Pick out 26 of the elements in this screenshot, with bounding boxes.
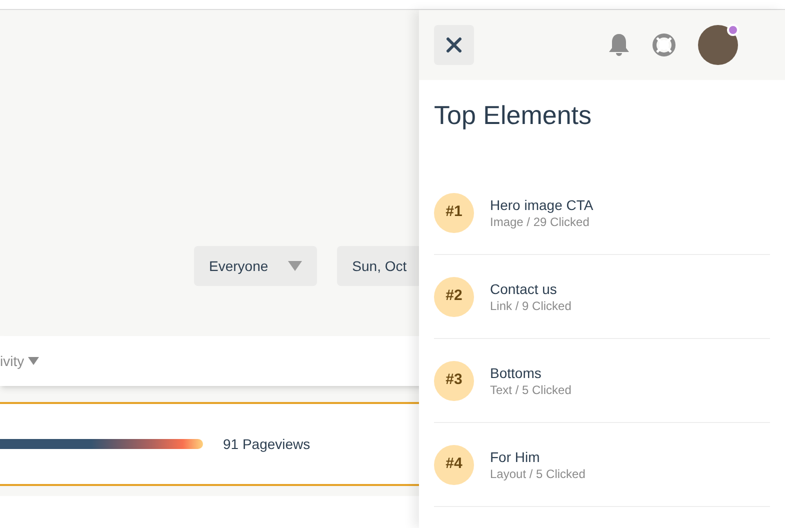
rank-badge: #4 xyxy=(434,444,474,484)
rank-badge: #3 xyxy=(434,360,474,400)
element-row[interactable]: #2 Contact us Link / 9 Clicked xyxy=(434,255,770,339)
element-detail: Layout / 5 Clicked xyxy=(490,466,586,482)
element-name: Bottoms xyxy=(490,364,542,382)
element-row[interactable]: #1 Hero image CTA Image / 29 Clicked xyxy=(434,171,770,255)
bell-icon[interactable] xyxy=(608,33,630,57)
element-name: Contact us xyxy=(490,280,558,298)
element-row[interactable]: #4 For Him Layout / 5 Clicked xyxy=(434,423,770,507)
close-button[interactable] xyxy=(434,25,474,65)
filter-dropdown[interactable]: Everyone xyxy=(194,246,318,286)
element-name: For Him xyxy=(490,448,541,466)
caret-icon xyxy=(28,357,40,365)
element-detail: Link / 9 Clicked xyxy=(490,298,572,314)
rank-badge: #1 xyxy=(434,192,474,232)
help-lifebuoy-icon[interactable] xyxy=(652,33,676,57)
pageview-count: 91 Pageviews xyxy=(223,434,310,454)
element-row[interactable]: #3 Bottoms Text / 5 Clicked xyxy=(434,339,770,423)
close-icon xyxy=(446,37,462,53)
element-detail: Text / 5 Clicked xyxy=(490,382,572,398)
element-name: Hero image CTA xyxy=(490,196,594,214)
filter-dropdown[interactable]: Sun, Oct xyxy=(337,246,422,286)
element-detail: Image / 29 Clicked xyxy=(490,214,590,230)
rank-badge: #2 xyxy=(434,276,474,316)
panel-title: Top Elements xyxy=(434,99,592,132)
caret-icon xyxy=(288,261,302,271)
